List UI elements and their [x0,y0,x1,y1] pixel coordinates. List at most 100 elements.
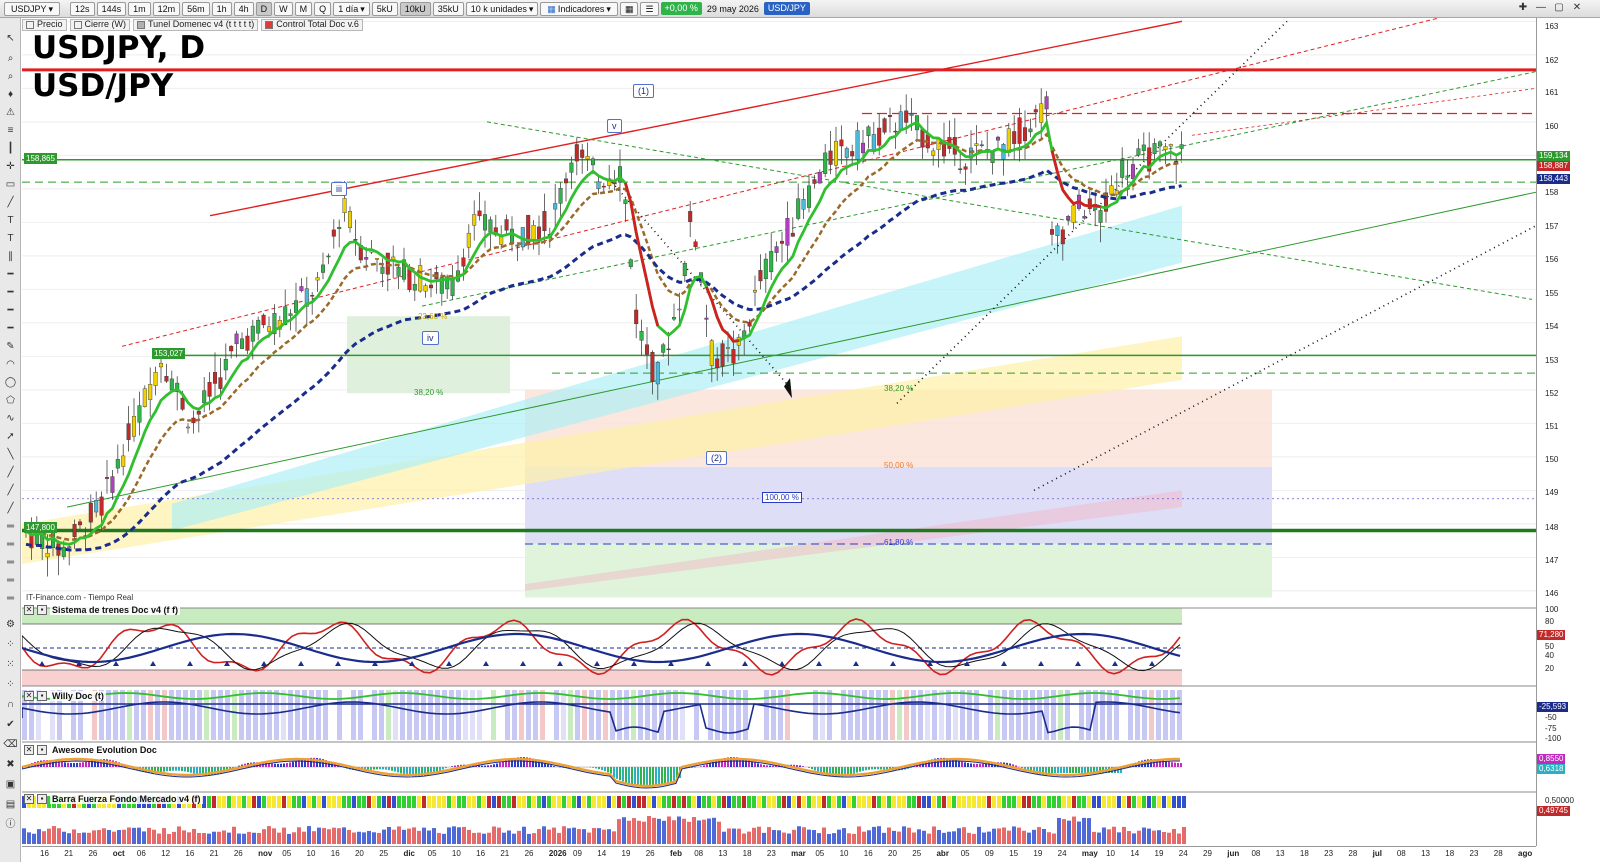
barra-top-bar [572,796,576,808]
legend-item-control[interactable]: Control Total Doc v.6 [261,18,363,31]
close-icon[interactable]: ✕ [24,745,34,755]
settings-icon[interactable]: ▪ [37,745,47,755]
channel-icon[interactable]: ∥ [3,250,18,264]
level-icon[interactable]: ═ [3,520,18,534]
scatter-icon[interactable]: ⁘ [3,638,18,652]
dots-icon[interactable]: ⁙ [3,658,18,672]
wave-label-2[interactable]: (2) [706,451,727,465]
tf-m[interactable]: M [294,1,313,16]
arrow-icon[interactable]: ➚ [3,430,18,444]
tf-1h[interactable]: 1h [211,1,232,16]
zoom-icon[interactable]: ⌕ [3,52,18,66]
diag-line-icon[interactable]: ╲ [3,448,18,462]
level4-icon[interactable]: ═ [3,574,18,588]
level5-icon[interactable]: ═ [3,592,18,606]
settings-icon[interactable]: ▪ [37,691,47,701]
tf-1m[interactable]: 1m [128,1,151,16]
hline4-icon[interactable]: ━ [3,322,18,336]
delete-icon[interactable]: ✖ [3,758,18,772]
units-selector[interactable]: 10 k unidades ▾ [465,1,539,16]
awesome-bar [382,767,384,770]
barra-bottom-bar [362,832,366,844]
check-icon[interactable]: ✔ [3,718,18,732]
willy-bar [946,690,951,740]
bars-35k-button[interactable]: 35kU [432,1,464,16]
candle-body [110,476,115,493]
chart-canvas[interactable] [21,14,1537,846]
barra-top-bar [807,796,811,808]
list-icon[interactable]: ☰ [640,1,659,16]
close-icon[interactable]: ✕ [24,605,34,615]
tf-w[interactable]: W [274,1,293,16]
bars-5k-button[interactable]: 5kU [371,1,398,16]
level3-icon[interactable]: ═ [3,556,18,570]
ray3-icon[interactable]: ╱ [3,502,18,516]
save-icon[interactable]: ▣ [3,778,18,792]
wave-label-iv[interactable]: iv [422,331,439,345]
indicators-button[interactable]: ▦ Indicadores ▾ [540,1,618,16]
polygon-icon[interactable]: ⬠ [3,394,18,408]
period-selector[interactable]: 1 día ▾ [333,1,370,16]
close-icon[interactable]: ✕ [24,691,34,701]
wave-label-v[interactable]: v [607,119,622,133]
candle-body [353,239,358,241]
minimize-icon[interactable]: — [1534,2,1548,15]
tf-12s[interactable]: 12s [70,1,95,16]
ray2-icon[interactable]: ╱ [3,484,18,498]
settings-icon[interactable]: ⚙ [3,618,18,632]
wave-label-iii[interactable]: iii [331,182,347,196]
ray-icon[interactable]: ╱ [3,466,18,480]
maximize-icon[interactable]: ▢ [1552,2,1566,15]
bars-10k-button[interactable]: 10kU [399,1,431,16]
legend-item-tunel[interactable]: Tunel Domenec v4 (t t t t t) [133,18,259,31]
fib-icon[interactable]: ≡ [3,124,18,138]
eraser-icon[interactable]: ⌫ [3,738,18,752]
tf-56m[interactable]: 56m [182,1,210,16]
legend-item-price[interactable]: Precio [22,18,67,31]
chart-area[interactable] [21,14,1537,846]
price-label: 160 [1545,122,1559,131]
cursor-icon[interactable]: ↖ [3,32,18,46]
ruler-icon[interactable]: ┃ [3,142,18,156]
grid-icon[interactable]: ▦ [619,1,639,16]
price-axis[interactable]: 163 162 161 160 158 157 156 155 154 153 … [1536,18,1600,846]
tf-q[interactable]: Q [314,1,332,16]
dots2-icon[interactable]: ⁘ [3,678,18,692]
wave-icon[interactable]: ∿ [3,412,18,426]
level2-icon[interactable]: ═ [3,538,18,552]
time-axis[interactable]: 16 21 26 oct 06 12 16 21 26 nov 05 10 16 20 25 dic 05 10 1… [22,846,1536,862]
symbol-selector[interactable]: USDJPY ▾ [4,1,61,16]
print-icon[interactable]: ▤ [3,798,18,812]
rectangle-icon[interactable]: ▭ [3,178,18,192]
alert-icon[interactable]: ⚠ [3,106,18,120]
hline2-icon[interactable]: ━ [3,286,18,300]
magnet-icon[interactable]: ∩ [3,698,18,712]
tf-12m[interactable]: 12m [152,1,181,16]
cross-icon[interactable]: ✛ [3,160,18,174]
label-icon[interactable]: T [3,232,18,246]
wave-label-1[interactable]: (1) [633,84,654,98]
pin-icon[interactable]: ✚ [1516,2,1530,15]
legend-item-close[interactable]: Cierre (W) [69,18,131,31]
barra-top-bar [272,796,276,808]
settings-icon[interactable]: ▪ [37,605,47,615]
hline3-icon[interactable]: ━ [3,304,18,318]
trendline-icon[interactable]: ╱ [3,196,18,210]
text-icon[interactable]: T [3,214,18,228]
bell-icon[interactable]: ♦ [3,88,18,102]
pencil-icon[interactable]: ✎ [3,340,18,354]
close-icon[interactable]: ✕ [24,794,34,804]
hline-icon[interactable]: ━ [3,268,18,282]
ellipse-icon[interactable]: ◯ [3,376,18,390]
barra-top-bar [357,796,361,808]
close-icon[interactable]: ✕ [1570,2,1584,15]
settings-icon[interactable]: ▪ [37,794,47,804]
tf-144s[interactable]: 144s [96,1,127,16]
tf-4h[interactable]: 4h [233,1,254,16]
barra-top-bar [502,796,506,808]
arc-icon[interactable]: ◠ [3,358,18,372]
tf-d[interactable]: D [255,1,273,16]
search-icon[interactable]: ⌕ [3,70,18,84]
info-icon[interactable]: ⓘ [3,818,18,832]
willy-bar [470,690,475,740]
